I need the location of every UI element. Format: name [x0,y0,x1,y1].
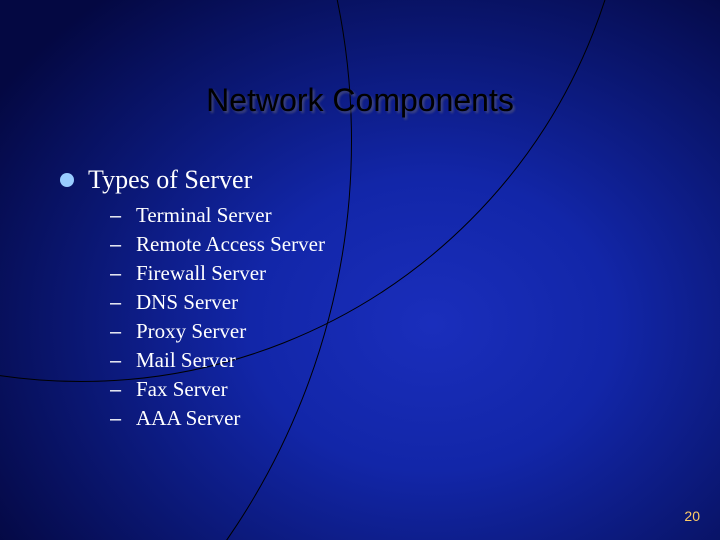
sub-text: AAA Server [136,406,240,431]
sub-text: DNS Server [136,290,238,315]
list-item: – AAA Server [110,406,325,431]
sub-text: Remote Access Server [136,232,325,257]
sub-text: Proxy Server [136,319,246,344]
list-item: – Proxy Server [110,319,325,344]
bullet-icon [60,173,74,187]
list-item: – DNS Server [110,290,325,315]
list-item: – Firewall Server [110,261,325,286]
sublist: – Terminal Server – Remote Access Server… [110,203,325,431]
list-item: – Fax Server [110,377,325,402]
sub-text: Mail Server [136,348,236,373]
bullet-text: Types of Server [88,165,252,195]
dash-icon: – [110,234,136,257]
slide-title: Network Components [0,82,720,119]
dash-icon: – [110,292,136,315]
list-item: – Remote Access Server [110,232,325,257]
bullet-row: Types of Server [60,165,325,195]
sub-text: Fax Server [136,377,228,402]
slide: Network Components Types of Server – Ter… [0,0,720,540]
content-area: Types of Server – Terminal Server – Remo… [60,165,325,435]
page-number: 20 [684,508,700,524]
dash-icon: – [110,263,136,286]
dash-icon: – [110,408,136,431]
dash-icon: – [110,350,136,373]
dash-icon: – [110,379,136,402]
sub-text: Firewall Server [136,261,266,286]
dash-icon: – [110,205,136,228]
list-item: – Terminal Server [110,203,325,228]
list-item: – Mail Server [110,348,325,373]
sub-text: Terminal Server [136,203,272,228]
dash-icon: – [110,321,136,344]
